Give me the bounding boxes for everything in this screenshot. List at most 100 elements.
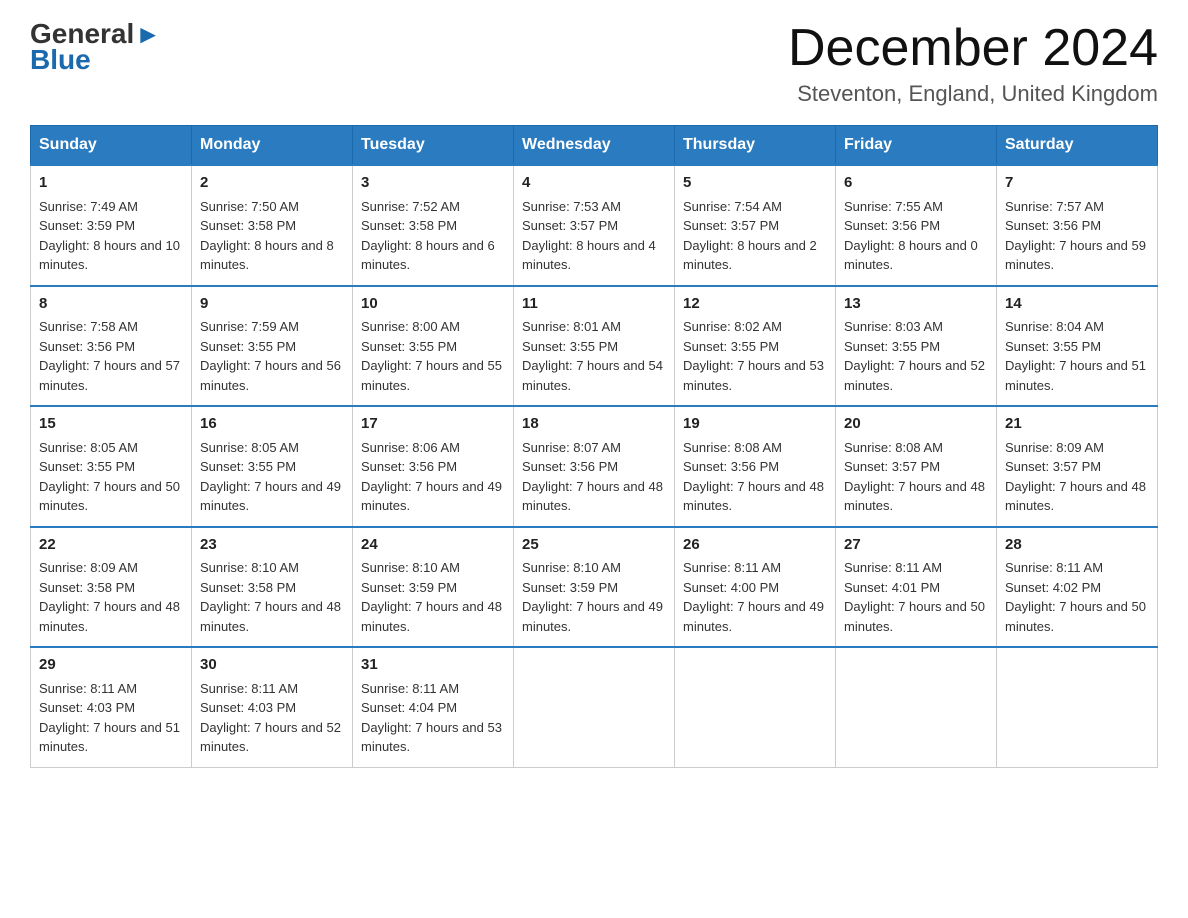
calendar-cell: [514, 647, 675, 767]
day-number: 13: [844, 293, 988, 316]
weekday-header-monday: Monday: [192, 126, 353, 166]
day-number: 10: [361, 293, 505, 316]
calendar-cell: 21 Sunrise: 8:09 AMSunset: 3:57 PMDayligh…: [997, 406, 1158, 527]
day-info: Sunrise: 8:01 AMSunset: 3:55 PMDaylight:…: [522, 319, 663, 393]
day-info: Sunrise: 8:11 AMSunset: 4:03 PMDaylight:…: [200, 681, 341, 755]
calendar-week-row: 15 Sunrise: 8:05 AMSunset: 3:55 PMDayligh…: [31, 406, 1158, 527]
calendar-week-row: 22 Sunrise: 8:09 AMSunset: 3:58 PMDayligh…: [31, 527, 1158, 648]
calendar-cell: 14Sunrise: 8:04 AMSunset: 3:55 PMDayligh…: [997, 286, 1158, 407]
calendar-cell: 19Sunrise: 8:08 AMSunset: 3:56 PMDayligh…: [675, 406, 836, 527]
calendar-cell: 7 Sunrise: 7:57 AMSunset: 3:56 PMDaylight…: [997, 165, 1158, 286]
calendar-cell: 9 Sunrise: 7:59 AMSunset: 3:55 PMDaylight…: [192, 286, 353, 407]
calendar-cell: [675, 647, 836, 767]
day-number: 18: [522, 413, 666, 436]
day-info: Sunrise: 8:08 AMSunset: 3:56 PMDaylight:…: [683, 440, 824, 514]
calendar-week-row: 29Sunrise: 8:11 AMSunset: 4:03 PMDayligh…: [31, 647, 1158, 767]
calendar-cell: 17Sunrise: 8:06 AMSunset: 3:56 PMDayligh…: [353, 406, 514, 527]
title-area: December 2024 Steventon, England, United…: [788, 20, 1158, 107]
day-info: Sunrise: 8:08 AMSunset: 3:57 PMDaylight:…: [844, 440, 985, 514]
day-info: Sunrise: 7:55 AMSunset: 3:56 PMDaylight:…: [844, 199, 978, 273]
calendar-cell: 4Sunrise: 7:53 AMSunset: 3:57 PMDaylight…: [514, 165, 675, 286]
weekday-header-wednesday: Wednesday: [514, 126, 675, 166]
day-number: 12: [683, 293, 827, 316]
weekday-header-row: SundayMondayTuesdayWednesdayThursdayFrid…: [31, 126, 1158, 166]
day-number: 14: [1005, 293, 1149, 316]
calendar-cell: 27Sunrise: 8:11 AMSunset: 4:01 PMDayligh…: [836, 527, 997, 648]
calendar-cell: 8Sunrise: 7:58 AMSunset: 3:56 PMDaylight…: [31, 286, 192, 407]
day-info: Sunrise: 8:10 AMSunset: 3:58 PMDaylight:…: [200, 560, 341, 634]
calendar-cell: 30 Sunrise: 8:11 AMSunset: 4:03 PMDayligh…: [192, 647, 353, 767]
weekday-header-sunday: Sunday: [31, 126, 192, 166]
calendar-cell: 6Sunrise: 7:55 AMSunset: 3:56 PMDaylight…: [836, 165, 997, 286]
calendar-cell: 2 Sunrise: 7:50 AMSunset: 3:58 PMDaylight…: [192, 165, 353, 286]
day-number: 21: [1005, 413, 1149, 436]
day-number: 4: [522, 172, 666, 195]
day-number: 23: [200, 534, 344, 557]
day-number: 28: [1005, 534, 1149, 557]
calendar-cell: 29Sunrise: 8:11 AMSunset: 4:03 PMDayligh…: [31, 647, 192, 767]
day-info: Sunrise: 7:54 AMSunset: 3:57 PMDaylight:…: [683, 199, 817, 273]
day-number: 8: [39, 293, 183, 316]
day-number: 3: [361, 172, 505, 195]
day-number: 11: [522, 293, 666, 316]
day-number: 25: [522, 534, 666, 557]
day-info: Sunrise: 8:05 AMSunset: 3:55 PMDaylight:…: [200, 440, 341, 514]
day-info: Sunrise: 7:49 AMSunset: 3:59 PMDaylight:…: [39, 199, 180, 273]
calendar-cell: 16Sunrise: 8:05 AMSunset: 3:55 PMDayligh…: [192, 406, 353, 527]
day-info: Sunrise: 8:02 AMSunset: 3:55 PMDaylight:…: [683, 319, 824, 393]
day-info: Sunrise: 8:00 AMSunset: 3:55 PMDaylight:…: [361, 319, 502, 393]
calendar-cell: 12 Sunrise: 8:02 AMSunset: 3:55 PMDayligh…: [675, 286, 836, 407]
calendar-cell: 20 Sunrise: 8:08 AMSunset: 3:57 PMDayligh…: [836, 406, 997, 527]
day-number: 15: [39, 413, 183, 436]
calendar-cell: 15Sunrise: 8:05 AMSunset: 3:55 PMDayligh…: [31, 406, 192, 527]
month-year-title: December 2024: [788, 20, 1158, 77]
calendar-cell: 11 Sunrise: 8:01 AMSunset: 3:55 PMDayligh…: [514, 286, 675, 407]
calendar-table: SundayMondayTuesdayWednesdayThursdayFrid…: [30, 125, 1158, 768]
calendar-cell: 28 Sunrise: 8:11 AMSunset: 4:02 PMDayligh…: [997, 527, 1158, 648]
day-number: 17: [361, 413, 505, 436]
day-number: 26: [683, 534, 827, 557]
calendar-cell: 5 Sunrise: 7:54 AMSunset: 3:57 PMDaylight…: [675, 165, 836, 286]
day-info: Sunrise: 7:57 AMSunset: 3:56 PMDaylight:…: [1005, 199, 1146, 273]
calendar-cell: [836, 647, 997, 767]
calendar-cell: 3Sunrise: 7:52 AMSunset: 3:58 PMDaylight…: [353, 165, 514, 286]
day-number: 5: [683, 172, 827, 195]
day-info: Sunrise: 8:11 AMSunset: 4:03 PMDaylight:…: [39, 681, 180, 755]
day-number: 22: [39, 534, 183, 557]
day-info: Sunrise: 8:11 AMSunset: 4:04 PMDaylight:…: [361, 681, 502, 755]
day-info: Sunrise: 7:50 AMSunset: 3:58 PMDaylight:…: [200, 199, 334, 273]
day-number: 27: [844, 534, 988, 557]
weekday-header-tuesday: Tuesday: [353, 126, 514, 166]
calendar-cell: 25Sunrise: 8:10 AMSunset: 3:59 PMDayligh…: [514, 527, 675, 648]
weekday-header-friday: Friday: [836, 126, 997, 166]
calendar-cell: 13 Sunrise: 8:03 AMSunset: 3:55 PMDayligh…: [836, 286, 997, 407]
day-number: 9: [200, 293, 344, 316]
day-number: 20: [844, 413, 988, 436]
day-info: Sunrise: 8:11 AMSunset: 4:02 PMDaylight:…: [1005, 560, 1146, 634]
location-subtitle: Steventon, England, United Kingdom: [788, 81, 1158, 107]
calendar-cell: 1Sunrise: 7:49 AMSunset: 3:59 PMDaylight…: [31, 165, 192, 286]
day-info: Sunrise: 8:09 AMSunset: 3:57 PMDaylight:…: [1005, 440, 1146, 514]
logo: General ► Blue: [30, 20, 162, 76]
weekday-header-saturday: Saturday: [997, 126, 1158, 166]
page-header: General ► Blue December 2024 Steventon, …: [30, 20, 1158, 107]
calendar-cell: 23 Sunrise: 8:10 AMSunset: 3:58 PMDayligh…: [192, 527, 353, 648]
weekday-header-thursday: Thursday: [675, 126, 836, 166]
day-info: Sunrise: 7:59 AMSunset: 3:55 PMDaylight:…: [200, 319, 341, 393]
day-number: 2: [200, 172, 344, 195]
day-info: Sunrise: 8:03 AMSunset: 3:55 PMDaylight:…: [844, 319, 985, 393]
calendar-cell: 31 Sunrise: 8:11 AMSunset: 4:04 PMDayligh…: [353, 647, 514, 767]
calendar-cell: 26 Sunrise: 8:11 AMSunset: 4:00 PMDayligh…: [675, 527, 836, 648]
day-number: 31: [361, 654, 505, 677]
calendar-cell: 10 Sunrise: 8:00 AMSunset: 3:55 PMDayligh…: [353, 286, 514, 407]
calendar-cell: [997, 647, 1158, 767]
day-number: 7: [1005, 172, 1149, 195]
day-info: Sunrise: 8:10 AMSunset: 3:59 PMDaylight:…: [361, 560, 502, 634]
day-number: 30: [200, 654, 344, 677]
calendar-cell: 22 Sunrise: 8:09 AMSunset: 3:58 PMDayligh…: [31, 527, 192, 648]
calendar-cell: 24Sunrise: 8:10 AMSunset: 3:59 PMDayligh…: [353, 527, 514, 648]
calendar-cell: 18 Sunrise: 8:07 AMSunset: 3:56 PMDayligh…: [514, 406, 675, 527]
day-info: Sunrise: 8:11 AMSunset: 4:00 PMDaylight:…: [683, 560, 824, 634]
day-info: Sunrise: 8:09 AMSunset: 3:58 PMDaylight:…: [39, 560, 180, 634]
day-info: Sunrise: 8:07 AMSunset: 3:56 PMDaylight:…: [522, 440, 663, 514]
